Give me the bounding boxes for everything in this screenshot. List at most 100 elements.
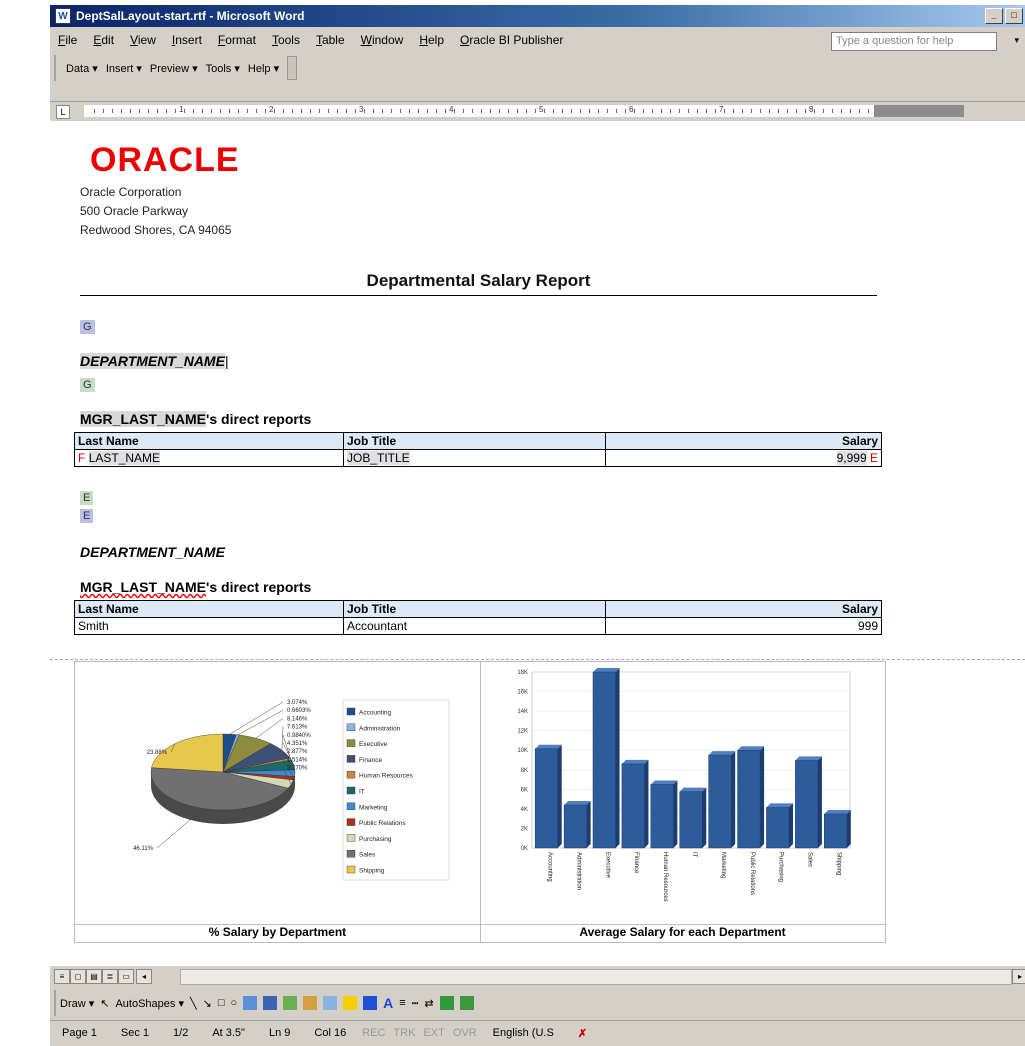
- for-each-field[interactable]: F: [78, 451, 85, 465]
- minimize-button[interactable]: _: [985, 8, 1003, 24]
- bip-insert-menu[interactable]: Insert ▾: [102, 62, 146, 75]
- bar-top-face: [737, 746, 765, 751]
- font-color-icon[interactable]: A: [383, 995, 393, 1011]
- status-trk[interactable]: TRK: [389, 1027, 419, 1039]
- bar[interactable]: [795, 760, 819, 849]
- normal-view-button[interactable]: ≡: [54, 969, 70, 984]
- web-layout-view-button[interactable]: ◻: [70, 969, 86, 984]
- bip-help-menu[interactable]: Help ▾: [244, 62, 283, 75]
- print-layout-view-button[interactable]: ▤: [86, 969, 102, 984]
- oval-tool-icon[interactable]: ○: [230, 997, 237, 1009]
- toolbar-options-handle[interactable]: [287, 56, 298, 80]
- group-field-g[interactable]: G: [80, 320, 95, 334]
- department-name-placeholder[interactable]: DEPARTMENT_NAME|: [80, 353, 229, 369]
- manager-last-name-field[interactable]: MGR_LAST_NAME: [80, 411, 207, 427]
- ruler-tick: [733, 109, 734, 113]
- bar[interactable]: [708, 754, 732, 849]
- text-box-icon[interactable]: [243, 996, 258, 1010]
- reading-view-button[interactable]: ▭: [118, 969, 134, 984]
- autoshapes-menu[interactable]: AutoShapes ▾: [115, 997, 184, 1010]
- last-name-field[interactable]: LAST_NAME: [88, 451, 161, 465]
- direct-reports-sample-table: Last Name Job Title Salary Smith Account…: [74, 600, 882, 635]
- horizontal-scrollbar[interactable]: [180, 969, 1012, 985]
- bar-x-tick-label: Purchasing: [778, 852, 784, 882]
- bar[interactable]: [621, 763, 645, 849]
- department-name-field[interactable]: DEPARTMENT_NAME: [80, 353, 225, 369]
- salary-pie-chart[interactable]: 3.074% 0.6603% 8.146% 7.613% 0.9840% 4.351% 2.…: [75, 662, 480, 924]
- insert-picture-icon[interactable]: [323, 996, 338, 1010]
- arrow-tool-icon[interactable]: ↘: [203, 997, 212, 1010]
- bar[interactable]: [679, 791, 703, 849]
- outline-view-button[interactable]: ≣: [102, 969, 118, 984]
- bar[interactable]: [824, 813, 848, 849]
- job-title-field-cell[interactable]: JOB_TITLE: [343, 449, 606, 467]
- ruler-tick: [94, 109, 95, 113]
- line-tool-icon[interactable]: ╲: [190, 997, 197, 1010]
- menu-tools[interactable]: Tools: [264, 33, 308, 47]
- status-column: Col 16: [314, 1027, 347, 1039]
- status-language[interactable]: English (U.S: [481, 1027, 566, 1039]
- bip-data-menu[interactable]: Data ▾: [62, 62, 102, 75]
- menu-window[interactable]: Window: [353, 33, 412, 47]
- end-group-field-e-outer[interactable]: E: [80, 509, 94, 523]
- maximize-button[interactable]: □: [1005, 8, 1023, 24]
- end-for-each-field[interactable]: E: [870, 451, 878, 465]
- line-style-icon[interactable]: ≡: [399, 997, 405, 1009]
- bar[interactable]: [534, 748, 558, 849]
- tab-selector-icon[interactable]: L: [56, 105, 70, 119]
- menu-edit[interactable]: Edit: [85, 33, 122, 47]
- horizontal-ruler[interactable]: L 1 2 3 4 5 6 7 8: [50, 101, 1025, 120]
- menu-view[interactable]: View: [122, 33, 164, 47]
- title-rule: [80, 295, 877, 296]
- rectangle-tool-icon[interactable]: □: [218, 997, 225, 1009]
- document-area[interactable]: ORACLE Oracle Corporation 500 Oracle Par…: [50, 121, 1025, 966]
- bip-tools-menu[interactable]: Tools ▾: [202, 62, 244, 75]
- salary-bar-chart[interactable]: 0K 2K 4K 6K 8K 10K 12K 14K 16K 18K Accounting Admin…: [480, 662, 885, 924]
- menu-oracle-bi-publisher[interactable]: Oracle BI Publisher: [452, 33, 571, 47]
- ruler-tick: [526, 109, 527, 113]
- menu-help[interactable]: Help: [411, 33, 452, 47]
- dash-style-icon[interactable]: ┅: [412, 997, 419, 1010]
- select-objects-icon[interactable]: ↖: [100, 997, 109, 1010]
- fill-color-icon[interactable]: [343, 996, 358, 1010]
- draw-menu[interactable]: Draw ▾: [60, 997, 94, 1010]
- bar[interactable]: [737, 749, 761, 849]
- job-title-field[interactable]: JOB_TITLE: [347, 451, 410, 465]
- bar[interactable]: [650, 784, 674, 849]
- ask-question-input[interactable]: Type a question for help: [831, 32, 997, 51]
- status-ovr[interactable]: OVR: [449, 1027, 481, 1039]
- 3d-style-icon[interactable]: [459, 996, 474, 1010]
- spelling-status-icon[interactable]: ✗: [566, 1027, 599, 1040]
- salary-field-cell[interactable]: 9,999 E: [605, 449, 882, 467]
- shadow-style-icon[interactable]: [439, 996, 454, 1010]
- salary-field[interactable]: 9,999: [836, 451, 867, 465]
- scroll-right-icon[interactable]: ▸: [1012, 969, 1025, 984]
- clip-art-icon[interactable]: [303, 996, 318, 1010]
- wordart-icon[interactable]: [263, 996, 278, 1010]
- address-line-2: 500 Oracle Parkway: [80, 204, 189, 218]
- ask-dropdown-icon[interactable]: ▾: [1014, 35, 1019, 46]
- arrow-style-icon[interactable]: ⇄: [424, 997, 433, 1010]
- bar[interactable]: [563, 804, 587, 849]
- ruler-number: 8: [809, 105, 814, 114]
- bip-preview-menu[interactable]: Preview ▾: [146, 62, 202, 75]
- menu-file[interactable]: File: [50, 33, 85, 47]
- ruler-tick: [103, 109, 104, 113]
- status-rec[interactable]: REC: [358, 1027, 389, 1039]
- line-color-icon[interactable]: [363, 996, 378, 1010]
- diagram-icon[interactable]: [283, 996, 298, 1010]
- ruler-tick: [760, 109, 761, 113]
- ruler-tick: [769, 109, 770, 113]
- menu-table[interactable]: Table: [308, 33, 353, 47]
- bar[interactable]: [592, 671, 616, 849]
- ruler-tick: [823, 109, 824, 113]
- group-field-g-inner[interactable]: G: [80, 378, 95, 392]
- bar[interactable]: [766, 807, 790, 849]
- ruler-tick: [580, 109, 581, 113]
- end-group-field-e[interactable]: E: [80, 491, 94, 505]
- scroll-left-icon[interactable]: ◂: [136, 969, 152, 984]
- last-name-field-cell[interactable]: F LAST_NAME: [74, 449, 344, 467]
- menu-insert[interactable]: Insert: [164, 33, 210, 47]
- menu-format[interactable]: Format: [210, 33, 264, 47]
- status-ext[interactable]: EXT: [419, 1027, 448, 1039]
